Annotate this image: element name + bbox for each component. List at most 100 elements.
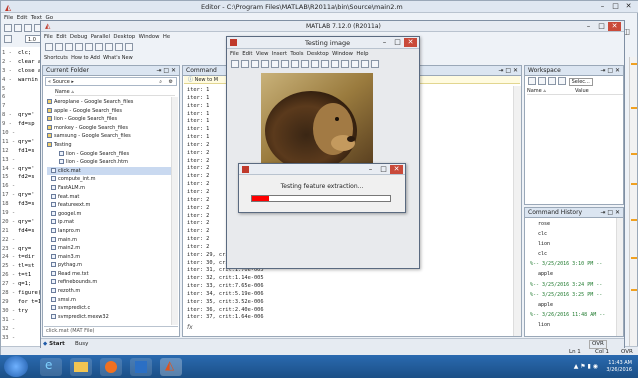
cut-icon[interactable] (65, 43, 73, 51)
minimize-icon[interactable]: – (364, 165, 377, 174)
warning-marker[interactable] (631, 289, 637, 291)
matlab-window-controls[interactable]: – □ ✕ (582, 22, 621, 31)
history-item[interactable]: %-- 3/26/2016 11:48 AM -- (528, 310, 616, 320)
maximize-icon[interactable]: □ (609, 2, 622, 11)
folder-path[interactable]: « Source ▸ (48, 79, 74, 85)
history-item[interactable]: lion (528, 239, 616, 249)
matlab-menu-debug[interactable]: Debug (70, 34, 87, 40)
simulink-icon[interactable] (105, 43, 113, 51)
warning-marker[interactable] (631, 183, 637, 185)
folder-list-item[interactable]: rezoth.m (47, 287, 171, 296)
folder-list-item[interactable]: lanpro.m (47, 227, 171, 236)
editor-menu-file[interactable]: File (4, 15, 13, 21)
gear-icon[interactable]: ⚙ (169, 78, 173, 86)
matlab-taskbar-icon[interactable]: ◭ (160, 358, 182, 376)
paste-icon[interactable] (85, 43, 93, 51)
figure-menu-edit[interactable]: Edit (242, 51, 252, 57)
folder-list-item[interactable]: main3.m (47, 253, 171, 262)
folder-list-item[interactable]: Testing (47, 141, 171, 150)
figure-menu-tools[interactable]: Tools (290, 51, 303, 57)
brush-icon[interactable] (331, 60, 339, 68)
command-prompt[interactable]: fx (187, 324, 507, 333)
copy-icon[interactable] (75, 43, 83, 51)
tray-icons[interactable]: ▲ ⚑ ▮ ◉ (574, 363, 598, 370)
maximize-icon[interactable]: □ (391, 38, 404, 47)
close-icon[interactable]: ✕ (404, 38, 417, 47)
delete-variable-icon[interactable] (558, 77, 566, 85)
history-item[interactable]: apple (528, 269, 616, 279)
matlab-menu-file[interactable]: File (44, 34, 53, 40)
figure-menu-desktop[interactable]: Desktop (307, 51, 329, 57)
word-taskbar-icon[interactable] (130, 358, 152, 376)
history-item[interactable]: %-- 3/25/2016 3:24 PM -- (528, 280, 616, 290)
folder-list-item[interactable]: svmpredict.c (47, 304, 171, 313)
new-figure-icon[interactable] (231, 60, 239, 68)
matlab-menu-desktop[interactable]: Desktop (113, 34, 135, 40)
folder-list-item[interactable]: lion - Google Search_files (47, 115, 171, 124)
history-item[interactable]: %-- 3/25/2016 3:10 PM -- (528, 259, 616, 269)
workspace-header[interactable]: Name ▵ Value (527, 88, 623, 95)
grid-icon[interactable] (371, 60, 379, 68)
editor-window-controls[interactable]: – □ ✕ (596, 2, 635, 11)
history-item[interactable]: lion (528, 320, 616, 330)
shortcut-how-to-add[interactable]: How to Add (71, 55, 100, 61)
tray-date[interactable]: 3/26/2016 (606, 367, 632, 374)
editor-code-area[interactable]: 1 - clc; 2 - clear al 3 - close al 4 - warnin 5 6… (1, 47, 41, 347)
folder-list-item[interactable]: Aeroplane - Google Search_files (47, 98, 171, 107)
minimize-icon[interactable]: – (582, 22, 595, 31)
new-script-icon[interactable] (45, 43, 53, 51)
folder-list-item[interactable]: smsi.m (47, 296, 171, 305)
folder-list-item[interactable]: compute_int.m (47, 175, 171, 184)
folder-column-header[interactable]: Name ▵ (55, 89, 175, 96)
folder-list-item[interactable]: FastALM.m (47, 184, 171, 193)
explorer-taskbar-icon[interactable] (70, 358, 92, 376)
history-item[interactable]: rose (528, 219, 616, 229)
command-scrollbar[interactable] (513, 86, 521, 336)
folder-scrollbar[interactable] (171, 97, 178, 325)
matlab-menu-parallel[interactable]: Parallel (91, 34, 110, 40)
folder-list-item[interactable]: feat.mat (47, 193, 171, 202)
folder-list-item[interactable]: refinebounds.m (47, 278, 171, 287)
folder-list-item[interactable]: monkey - Google Search_files (47, 124, 171, 133)
tray-time[interactable]: 11:43 AM (608, 360, 632, 367)
history-list[interactable]: rose clc lion clc %-- 3/25/2016 3:10 PM -- ap… (528, 219, 616, 331)
pan-icon[interactable] (301, 60, 309, 68)
editor-scrollbar[interactable] (629, 57, 637, 347)
folder-list-item[interactable]: svmpredict.mexw32 (47, 313, 171, 322)
history-scrollbar[interactable] (616, 218, 623, 336)
folder-list-item[interactable]: featureext.m (47, 201, 171, 210)
figure-window-controls[interactable]: – □ ✕ (378, 38, 417, 47)
rotate-icon[interactable] (311, 60, 319, 68)
history-item[interactable]: %-- 3/25/2016 3:25 PM -- (528, 290, 616, 300)
guide-icon[interactable] (115, 43, 123, 51)
save-figure-icon[interactable] (251, 60, 259, 68)
media-player-taskbar-icon[interactable] (100, 358, 122, 376)
zoom-out-icon[interactable] (291, 60, 299, 68)
matlab-menu-edit[interactable]: Edit (56, 34, 66, 40)
folder-path-bar[interactable]: « Source ▸ ⌕ ⚙ (45, 77, 177, 86)
folder-list-item[interactable]: pythag.m (47, 261, 171, 270)
start-orb-icon[interactable] (4, 356, 28, 377)
warning-marker[interactable] (631, 219, 637, 221)
cell-icon[interactable] (4, 35, 12, 43)
maximize-icon[interactable]: □ (377, 165, 390, 174)
workspace-col-value[interactable]: Value (575, 88, 589, 95)
folder-list-item[interactable]: click.mat (47, 166, 171, 176)
figure-menu-file[interactable]: File (230, 51, 239, 57)
colorbar-icon[interactable] (351, 60, 359, 68)
folder-list-item[interactable]: apple - Google Search_files (47, 107, 171, 116)
matlab-menu-help[interactable]: He (163, 34, 170, 40)
folder-list-item[interactable]: main2.m (47, 244, 171, 253)
open-icon[interactable] (55, 43, 63, 51)
warning-marker[interactable] (631, 63, 637, 65)
open-figure-icon[interactable] (241, 60, 249, 68)
folder-list-item[interactable]: googel.m (47, 210, 171, 219)
editor-menu-edit[interactable]: Edit (17, 15, 28, 21)
warning-marker[interactable] (631, 153, 637, 155)
start-button[interactable]: ◆ Start (43, 339, 65, 349)
shortcut-whats-new[interactable]: What's New (103, 55, 133, 61)
figure-menu-window[interactable]: Window (332, 51, 353, 57)
workspace-col-name[interactable]: Name ▵ (527, 88, 546, 94)
workspace-select[interactable]: Selec... (568, 77, 593, 86)
figure-menu-insert[interactable]: Insert (272, 51, 287, 57)
